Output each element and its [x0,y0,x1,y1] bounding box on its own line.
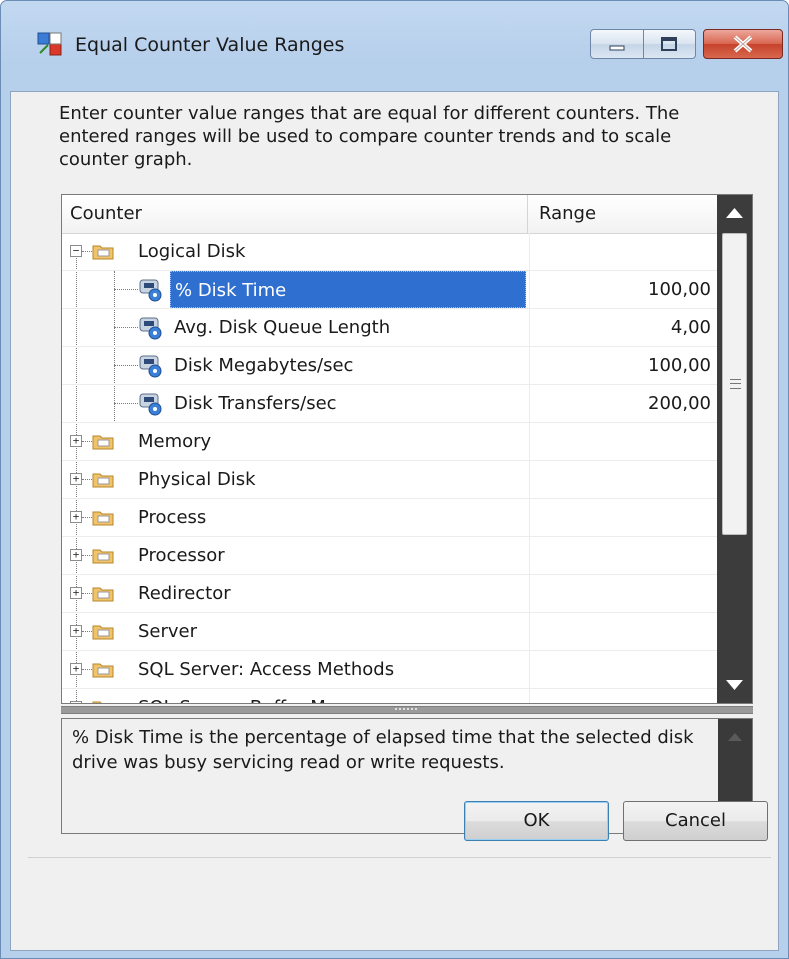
minimize-button[interactable] [590,29,644,59]
tree-row-sql-buffer-manager[interactable]: + SQL Server: Buffer Manager [62,689,717,703]
ok-button[interactable]: OK [464,801,609,841]
expand-icon[interactable]: + [70,587,82,599]
tree-row-logical-disk[interactable]: − Logical Disk [62,233,717,271]
expand-icon[interactable]: + [70,701,82,703]
dialog-window: Equal Counter Value Ranges Enter counter… [0,0,789,959]
folder-icon [92,511,114,526]
range-cell[interactable] [529,537,717,575]
folder-icon [92,245,114,260]
tree-row-disk-time[interactable]: % Disk Time 100,00 [62,271,717,309]
tree-row-memory[interactable]: + Memory [62,423,717,461]
instruction-text: Enter counter value ranges that are equa… [59,103,680,170]
expand-icon[interactable]: + [70,511,82,523]
range-cell[interactable] [529,613,717,651]
column-header-counter[interactable]: Counter [62,195,528,233]
scroll-up-icon[interactable] [717,195,752,231]
expand-icon[interactable]: + [70,549,82,561]
range-cell[interactable]: 100,00 [529,347,717,385]
button-bar [28,857,771,946]
range-cell[interactable] [529,499,717,537]
tree-row-label: Redirector [138,583,231,604]
tree-row-label: Physical Disk [138,469,256,490]
folder-icon [92,625,114,640]
tree-row-label: Processor [138,545,225,566]
range-cell[interactable] [529,423,717,461]
expand-icon[interactable]: + [70,625,82,637]
range-cell[interactable] [529,461,717,499]
scroll-down-icon[interactable] [717,667,752,703]
expand-icon[interactable]: + [70,435,82,447]
expand-icon[interactable]: + [70,473,82,485]
counter-icon [139,279,162,302]
range-cell[interactable]: 200,00 [529,385,717,423]
tree-row-redirector[interactable]: + Redirector [62,575,717,613]
tree-row-physical-disk[interactable]: + Physical Disk [62,461,717,499]
folder-icon [92,701,102,703]
counter-icon [139,317,162,340]
panel-splitter[interactable] [61,706,753,714]
scroll-thumb[interactable] [722,233,747,535]
tree-scrollbar[interactable] [717,195,752,703]
tree-row-label: Process [138,507,207,528]
tree-row-label: Logical Disk [138,241,246,262]
minimize-icon [609,45,625,51]
range-cell[interactable]: 100,00 [529,271,717,309]
folder-icon [92,473,114,488]
tree-row-label: SQL Server: Access Methods [138,659,395,680]
tree-row-server[interactable]: + Server [62,613,717,651]
folder-icon [92,663,114,678]
tree-row-disk-megabytes-sec[interactable]: Disk Megabytes/sec 100,00 [62,347,717,385]
tree-row-disk-transfers-sec[interactable]: Disk Transfers/sec 200,00 [62,385,717,423]
range-cell[interactable] [529,575,717,613]
cancel-button[interactable]: Cancel [623,801,768,841]
folder-icon [92,549,114,564]
range-cell[interactable] [529,689,717,703]
tree-row-sql-access-methods[interactable]: + SQL Server: Access Methods [62,651,717,689]
tree-row-label: Avg. Disk Queue Length [174,317,391,338]
counter-tree[interactable]: Counter Range − Logical Disk % Disk Time… [61,194,753,704]
tree-row-label: % Disk Time [170,271,526,308]
tree-row-label: Memory [138,431,212,452]
tree-row-label: Server [138,621,198,642]
tree-header: Counter Range [62,195,717,234]
counter-icon [139,393,162,416]
counter-icon [139,355,162,378]
splitter-grip-icon [395,708,417,713]
column-header-range[interactable]: Range [529,195,717,233]
collapse-icon[interactable]: − [70,245,82,257]
range-cell[interactable] [529,233,717,271]
tree-row-process[interactable]: + Process [62,499,717,537]
tree-row-label: Disk Megabytes/sec [174,355,354,376]
window-title: Equal Counter Value Ranges [75,34,345,56]
tree-row-avg-disk-queue-length[interactable]: Avg. Disk Queue Length 4,00 [62,309,717,347]
app-icon [37,32,62,56]
close-icon [733,35,753,53]
range-cell[interactable]: 4,00 [529,309,717,347]
close-button[interactable] [703,29,783,59]
maximize-button[interactable] [644,29,696,59]
grip-icon [730,379,741,389]
expand-icon[interactable]: + [70,663,82,675]
folder-icon [92,587,114,602]
range-cell[interactable] [529,651,717,689]
counter-description-text: % Disk Time is the percentage of elapsed… [72,727,694,773]
maximize-icon [661,37,677,51]
tree-row-label: Disk Transfers/sec [174,393,337,414]
folder-icon [92,435,114,450]
tree-row-label: SQL Server: Buffer Manager [134,689,393,703]
title-bar[interactable]: Equal Counter Value Ranges [1,1,788,91]
tree-row-processor[interactable]: + Processor [62,537,717,575]
